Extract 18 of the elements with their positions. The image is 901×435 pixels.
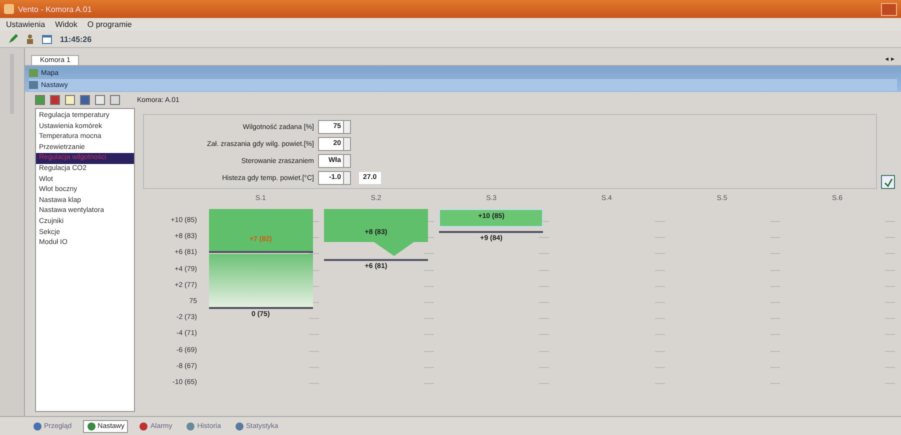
tab-icon bbox=[235, 422, 244, 430]
menu-item[interactable]: Ustawienia bbox=[6, 20, 46, 29]
menu-item[interactable]: Widok bbox=[55, 20, 78, 29]
window-title: Vento - Komora A.01 bbox=[18, 4, 93, 14]
tab-icon bbox=[86, 422, 96, 430]
tab-icon bbox=[186, 422, 196, 430]
tab-icon bbox=[33, 422, 42, 430]
pencil-icon[interactable] bbox=[8, 34, 18, 44]
app-icon bbox=[4, 4, 14, 14]
confirm-button[interactable] bbox=[881, 175, 895, 189]
tab-icon bbox=[139, 422, 148, 430]
check-icon bbox=[884, 178, 892, 186]
person-icon[interactable] bbox=[26, 34, 34, 44]
menu-item[interactable]: O programie bbox=[87, 20, 132, 29]
close-button[interactable] bbox=[881, 2, 897, 16]
wedge-marker bbox=[374, 242, 414, 256]
clock-time: 11:45:26 bbox=[60, 34, 92, 44]
calendar-icon[interactable] bbox=[42, 34, 52, 44]
